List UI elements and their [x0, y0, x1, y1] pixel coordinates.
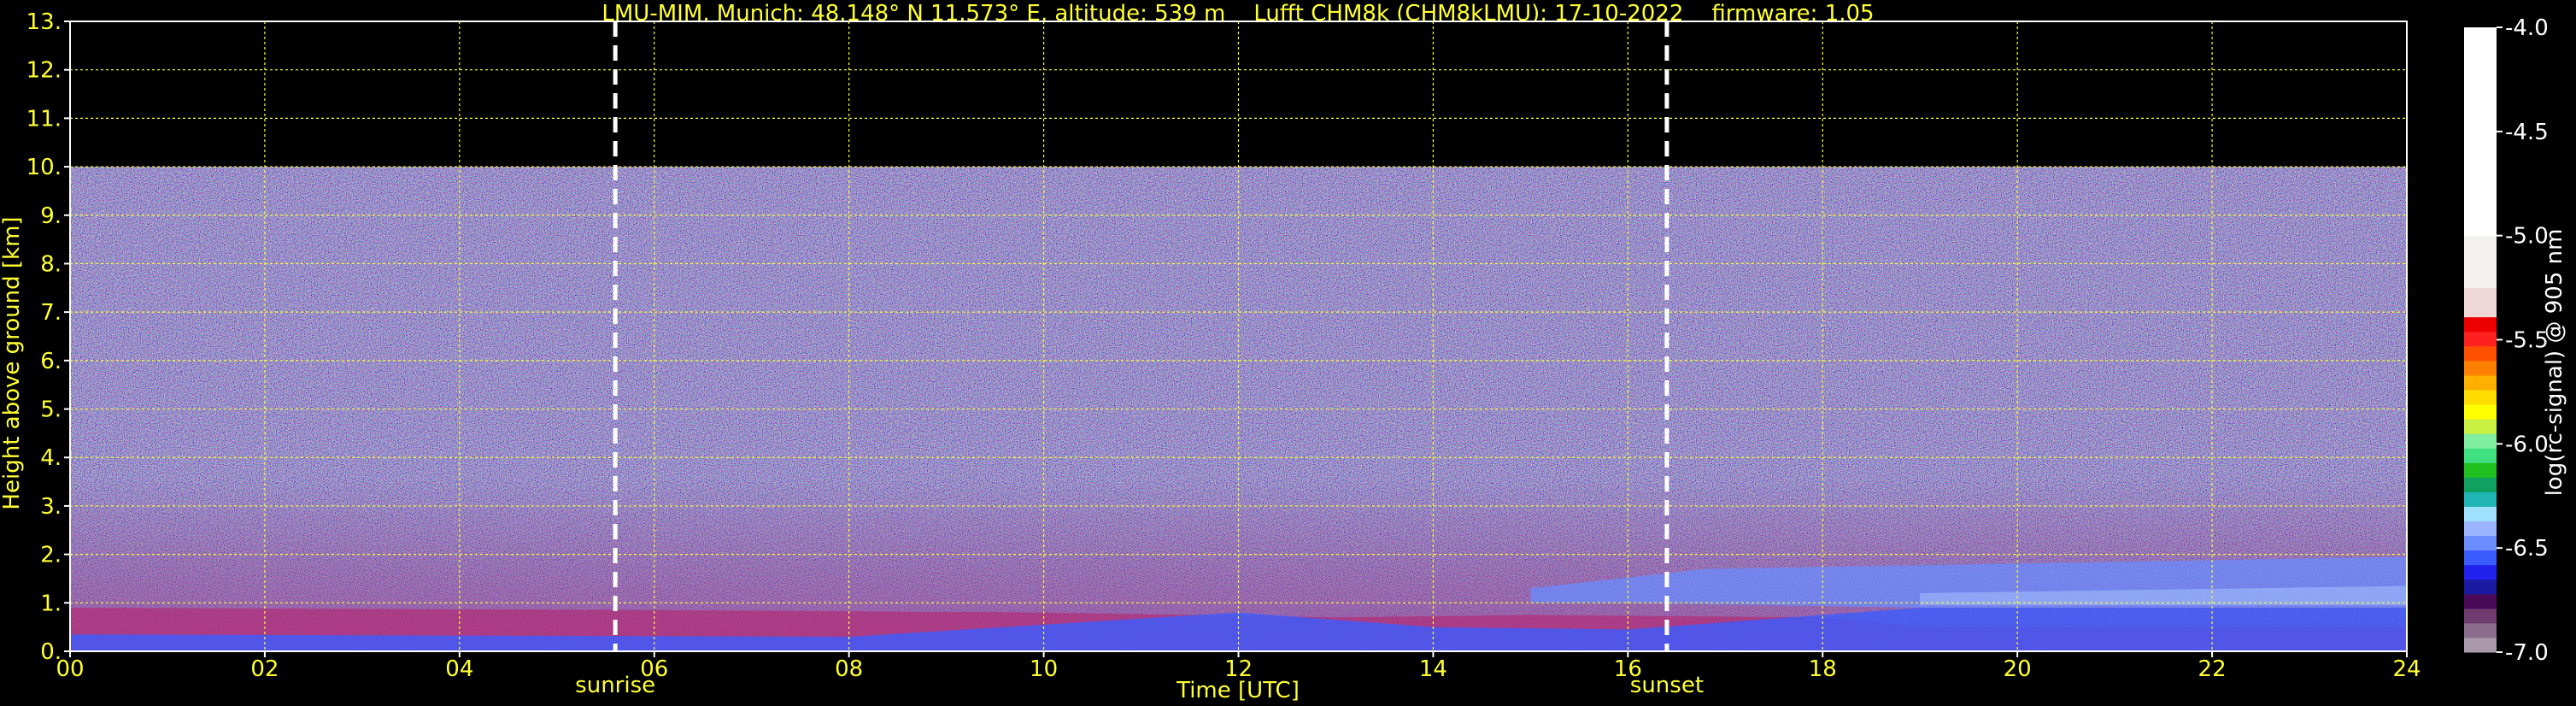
x-tick-label: 24 [2392, 656, 2421, 682]
colorbar-segment [2464, 345, 2497, 362]
x-tick-label: 14 [1419, 656, 1447, 682]
colorbar-segment [2464, 374, 2497, 391]
colorbar [2464, 27, 2497, 653]
colorbar-segment [2464, 579, 2497, 595]
colorbar-segment [2464, 448, 2497, 463]
y-axis-label: Height above ground [km] [0, 216, 25, 509]
colorbar-segment [2464, 360, 2497, 376]
y-tick-label: 3. [40, 494, 62, 520]
x-tick-label: 20 [2004, 656, 2032, 682]
colorbar-segment [2464, 477, 2497, 492]
colorbar-tick-label: -4.0 [2505, 15, 2549, 41]
x-tick-label: 10 [1030, 656, 1058, 682]
x-tick-label: 22 [2198, 656, 2227, 682]
colorbar-tick-label: -4.5 [2505, 120, 2549, 145]
colorbar-segment [2464, 27, 2497, 237]
colorbar-segment [2464, 491, 2497, 507]
colorbar-segment [2464, 608, 2497, 624]
y-tick-label: 5. [40, 397, 62, 423]
y-tick-label: 4. [40, 445, 62, 471]
y-tick-label: 12. [26, 58, 62, 84]
y-tick-label: 1. [40, 591, 62, 616]
colorbar-segment [2464, 535, 2497, 551]
y-tick-label: 7. [40, 300, 62, 326]
x-tick-label: 08 [835, 656, 863, 682]
colorbar-segment [2464, 506, 2497, 521]
colorbar-segment [2464, 622, 2497, 638]
colorbar-label: log(rc-signal) @ 905 nm [2542, 229, 2567, 497]
colorbar-segment [2464, 404, 2497, 420]
ceilometer-chart: LMU-MIM, Munich; 48.148° N 11.573° E, al… [0, 1, 2567, 703]
colorbar-segment [2464, 593, 2497, 609]
y-tick-label: 10. [26, 155, 62, 180]
colorbar-tick-label: -7.0 [2505, 640, 2549, 666]
x-tick-label: 06 [640, 656, 668, 682]
colorbar-segment [2464, 637, 2497, 653]
y-tick-label: 9. [40, 203, 62, 229]
colorbar-segment [2464, 389, 2497, 405]
colorbar-segment [2464, 287, 2497, 318]
colorbar-segment [2464, 564, 2497, 580]
colorbar-segment [2464, 550, 2497, 566]
x-tick-label: 12 [1224, 656, 1253, 682]
colorbar-tick-label: -6.5 [2505, 536, 2549, 562]
x-tick-label: 02 [250, 656, 279, 682]
colorbar-segment [2464, 419, 2497, 434]
y-tick-label: 2. [40, 543, 62, 568]
y-tick-label: 11. [26, 106, 62, 132]
x-tick-label: 18 [1809, 656, 1837, 682]
x-tick-label: 00 [56, 656, 84, 682]
y-tick-label: 8. [40, 251, 62, 277]
colorbar-segment [2464, 235, 2497, 289]
colorbar-segment [2464, 331, 2497, 347]
y-tick-label: 6. [40, 349, 62, 374]
x-tick-label: 04 [445, 656, 473, 682]
colorbar-segment [2464, 316, 2497, 332]
colorbar-segment [2464, 521, 2497, 537]
colorbar-segment [2464, 462, 2497, 478]
colorbar-segment [2464, 433, 2497, 449]
x-tick-label: 16 [1614, 656, 1642, 682]
y-tick-label: 13. [26, 9, 62, 35]
